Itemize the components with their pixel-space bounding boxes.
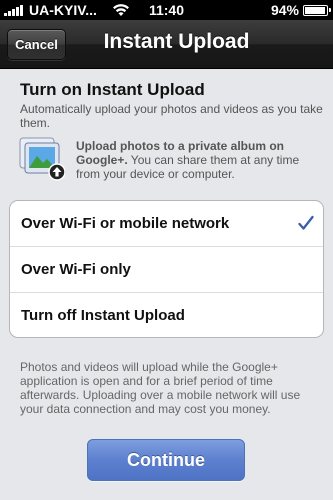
option-label: Over Wi-Fi only xyxy=(21,261,131,278)
continue-button[interactable]: Continue xyxy=(87,439,245,481)
photo-upload-icon xyxy=(19,137,65,181)
option-label: Over Wi-Fi or mobile network xyxy=(21,215,230,232)
option-label: Turn off Instant Upload xyxy=(21,307,185,324)
battery-percentage: 94% xyxy=(270,2,299,18)
battery-icon xyxy=(303,5,331,16)
footer-note: Photos and videos will upload while the … xyxy=(20,360,301,416)
option-turn-off[interactable]: Turn off Instant Upload xyxy=(10,293,323,337)
checkmark-icon xyxy=(298,215,314,230)
section-title: Turn on Instant Upload xyxy=(20,80,205,99)
option-wifi-or-mobile[interactable]: Over Wi-Fi or mobile network xyxy=(10,201,323,247)
info-text: Upload photos to a private album on Goog… xyxy=(76,139,326,181)
page-title: Instant Upload xyxy=(103,30,250,53)
navigation-bar: Cancel Instant Upload xyxy=(0,20,333,69)
option-wifi-only[interactable]: Over Wi-Fi only xyxy=(10,247,323,293)
status-bar: UA-KYIV... 11:40 94% xyxy=(0,0,333,20)
section-description: Automatically upload your photos and vid… xyxy=(20,102,323,130)
upload-options-list: Over Wi-Fi or mobile network Over Wi-Fi … xyxy=(9,200,324,338)
cancel-button[interactable]: Cancel xyxy=(7,29,66,60)
